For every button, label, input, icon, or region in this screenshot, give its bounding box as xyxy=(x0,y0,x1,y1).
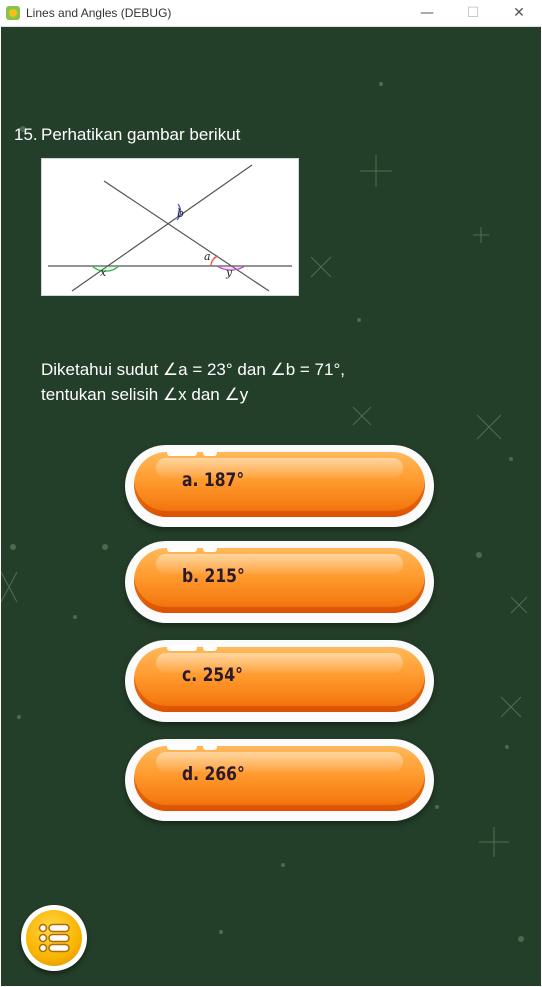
option-a-label: a. 187° xyxy=(182,469,245,491)
option-a-button[interactable]: a. 187° xyxy=(125,445,434,527)
question-title: Perhatikan gambar berikut xyxy=(41,125,241,144)
option-d-label: d. 266° xyxy=(182,763,245,785)
window-title: Lines and Angles (DEBUG) xyxy=(26,6,172,20)
question-text: Diketahui sudut ∠a = 23° dan ∠b = 71°, t… xyxy=(41,357,481,407)
title-bar: Lines and Angles (DEBUG) — ☐ ✕ xyxy=(0,0,542,27)
option-d-button[interactable]: d. 266° xyxy=(125,739,434,821)
minimize-button[interactable]: — xyxy=(404,0,450,26)
close-button[interactable]: ✕ xyxy=(496,0,542,26)
label-y: y xyxy=(225,266,233,279)
option-c-button[interactable]: c. 254° xyxy=(125,640,434,722)
lines-diagram: b a x y xyxy=(48,164,292,292)
maximize-button[interactable]: ☐ xyxy=(450,0,496,26)
label-b: b xyxy=(177,207,184,220)
game-stage: 15. Perhatikan gambar berikut b a x y Di… xyxy=(1,27,541,986)
label-x: x xyxy=(100,266,107,279)
angle-figure: b a x y xyxy=(41,158,299,296)
option-b-label: b. 215° xyxy=(182,565,245,587)
option-c-label: c. 254° xyxy=(182,664,243,686)
list-icon xyxy=(38,923,70,953)
app-icon xyxy=(6,6,20,20)
option-b-button[interactable]: b. 215° xyxy=(125,541,434,623)
menu-button[interactable] xyxy=(21,905,87,971)
question-line-1: Diketahui sudut ∠a = 23° dan ∠b = 71°, xyxy=(41,360,345,379)
question-line-2: tentukan selisih ∠x dan ∠y xyxy=(41,385,249,404)
label-a: a xyxy=(204,250,211,263)
question-number: 15. xyxy=(14,125,38,144)
